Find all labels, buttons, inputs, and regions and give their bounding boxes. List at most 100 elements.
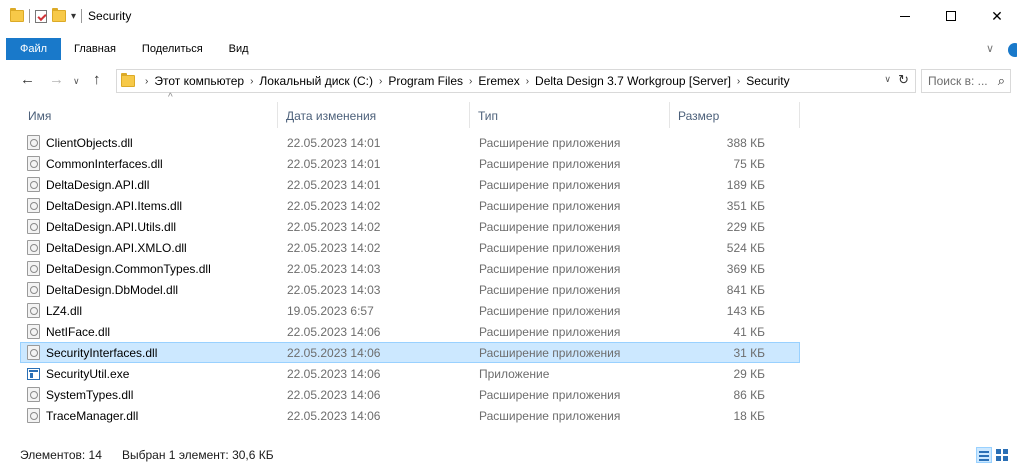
file-row[interactable]: DeltaDesign.CommonTypes.dll 22.05.2023 14… [20,258,800,279]
file-name[interactable]: DeltaDesign.CommonTypes.dll [46,259,211,279]
tab-file[interactable]: Файл [6,38,62,60]
file-row[interactable]: CommonInterfaces.dll 22.05.2023 14:01 Расш… [20,153,800,174]
address-bar[interactable]: › Этот компьютер › Локальный диск (C:) ›… [116,69,916,93]
file-name-cell[interactable]: NetIFace.dll [27,322,110,341]
breadcrumb-security[interactable]: Security [746,74,789,88]
file-row[interactable]: DeltaDesign.API.Items.dll 22.05.2023 14:0… [20,195,800,216]
file-size: 86 КБ [733,388,765,402]
dll-file-icon [27,135,40,150]
file-row[interactable]: DeltaDesign.DbModel.dll 22.05.2023 14:03 Р… [20,279,800,300]
expand-ribbon-chevron-icon[interactable]: ∨ [986,42,994,55]
file-name-cell[interactable]: DeltaDesign.API.Items.dll [27,196,182,215]
file-row[interactable]: DeltaDesign.API.Utils.dll 22.05.2023 14:0… [20,216,800,237]
separator [81,9,83,23]
breadcrumb-chevron-icon[interactable]: › [526,76,529,87]
breadcrumb-chevron-icon[interactable]: › [250,76,253,87]
file-name-cell[interactable]: ClientObjects.dll [27,133,133,152]
file-name-cell[interactable]: SecurityUtil.exe [27,364,129,383]
file-name-cell[interactable]: DeltaDesign.API.dll [27,175,149,194]
customize-toolbar-chevron-icon[interactable]: ▾ [71,11,76,22]
dll-file-icon [27,282,40,297]
help-icon[interactable] [1008,43,1017,57]
file-name[interactable]: DeltaDesign.API.XMLO.dll [46,238,187,258]
file-name-cell[interactable]: SecurityInterfaces.dll [27,343,157,362]
minimize-icon [900,15,910,17]
file-size: 29 КБ [733,367,765,381]
file-name[interactable]: CommonInterfaces.dll [46,154,163,174]
file-name[interactable]: DeltaDesign.DbModel.dll [46,280,178,300]
address-dropdown-chevron-icon[interactable]: ∨ [884,74,891,85]
file-size: 841 КБ [726,283,765,297]
breadcrumb-delta-design[interactable]: Delta Design 3.7 Workgroup [Server] [535,74,731,88]
breadcrumb-chevron-icon[interactable]: › [379,76,382,87]
file-name-cell[interactable]: LZ4.dll [27,301,82,320]
file-name[interactable]: SystemTypes.dll [46,385,133,405]
file-name[interactable]: DeltaDesign.API.Items.dll [46,196,182,216]
recent-locations-chevron-icon[interactable]: ∨ [73,76,80,87]
file-row[interactable]: TraceManager.dll 22.05.2023 14:06 Расширен… [20,405,800,426]
file-type: Расширение приложения [479,346,621,360]
refresh-icon[interactable]: ↻ [898,72,909,88]
file-row[interactable]: ClientObjects.dll 22.05.2023 14:01 Расшире… [20,132,800,153]
tab-share[interactable]: Поделиться [129,38,216,60]
file-name-cell[interactable]: DeltaDesign.CommonTypes.dll [27,259,211,278]
large-icons-view-icon[interactable] [996,449,1008,461]
breadcrumb-chevron-icon[interactable]: › [145,76,148,87]
close-button[interactable]: ✕ [974,0,1017,32]
back-arrow-icon[interactable]: ← [20,71,35,88]
file-date: 22.05.2023 14:03 [287,283,381,297]
file-row[interactable]: DeltaDesign.API.XMLO.dll 22.05.2023 14:02… [20,237,800,258]
column-header-type[interactable]: Тип [470,102,670,128]
file-row[interactable]: SecurityInterfaces.dll 22.05.2023 14:06 Ра… [20,342,800,363]
up-arrow-icon[interactable]: ↑ [93,71,101,88]
column-header-size[interactable]: Размер [670,102,800,128]
column-headers: ^ Имя Дата изменения Тип Размер [20,92,800,128]
column-header-date[interactable]: Дата изменения [278,102,470,128]
details-view-icon[interactable] [976,447,992,463]
breadcrumb-this-pc[interactable]: Этот компьютер [154,74,244,88]
file-date: 22.05.2023 14:06 [287,346,381,360]
column-header-name[interactable]: Имя [20,102,278,128]
search-icon[interactable]: ⌕ [998,73,1005,89]
file-row[interactable]: LZ4.dll 19.05.2023 6:57 Расширение приложе… [20,300,800,321]
file-name-cell[interactable]: DeltaDesign.API.Utils.dll [27,217,176,236]
maximize-button[interactable] [928,0,974,32]
breadcrumb-eremex[interactable]: Eremex [478,74,519,88]
file-name[interactable]: SecurityInterfaces.dll [46,343,157,363]
breadcrumb-chevron-icon[interactable]: › [737,76,740,87]
file-name[interactable]: LZ4.dll [46,301,82,321]
file-name[interactable]: DeltaDesign.API.dll [46,175,149,195]
tab-view[interactable]: Вид [216,38,262,60]
forward-arrow-icon[interactable]: → [49,71,64,88]
search-input[interactable]: Поиск в: ... ⌕ [921,69,1011,93]
breadcrumb-chevron-icon[interactable]: › [469,76,472,87]
file-row[interactable]: NetIFace.dll 22.05.2023 14:06 Расширение п… [20,321,800,342]
file-name[interactable]: SecurityUtil.exe [46,364,129,384]
file-row[interactable]: SystemTypes.dll 22.05.2023 14:06 Расширени… [20,384,800,405]
dll-file-icon [27,219,40,234]
file-name[interactable]: DeltaDesign.API.Utils.dll [46,217,176,237]
breadcrumb-local-disk[interactable]: Локальный диск (C:) [259,74,373,88]
file-type: Расширение приложения [479,304,621,318]
file-name-cell[interactable]: TraceManager.dll [27,406,138,425]
file-date: 22.05.2023 14:03 [287,262,381,276]
file-name[interactable]: NetIFace.dll [46,322,110,342]
file-name-cell[interactable]: DeltaDesign.DbModel.dll [27,280,178,299]
file-name[interactable]: TraceManager.dll [46,406,138,426]
file-name[interactable]: ClientObjects.dll [46,133,133,153]
file-name-cell[interactable]: SystemTypes.dll [27,385,133,404]
file-row[interactable]: SecurityUtil.exe 22.05.2023 14:06 Приложен… [20,363,800,384]
file-type: Расширение приложения [479,178,621,192]
file-type: Приложение [479,367,550,381]
file-type: Расширение приложения [479,388,621,402]
tab-home[interactable]: Главная [61,38,129,60]
breadcrumb-program-files[interactable]: Program Files [388,74,463,88]
dll-file-icon [27,303,40,318]
file-row[interactable]: DeltaDesign.API.dll 22.05.2023 14:01 Расши… [20,174,800,195]
file-name-cell[interactable]: CommonInterfaces.dll [27,154,163,173]
properties-icon[interactable] [35,9,47,23]
folder-icon [121,73,135,87]
minimize-button[interactable] [882,0,928,32]
new-folder-icon[interactable] [52,8,66,22]
file-name-cell[interactable]: DeltaDesign.API.XMLO.dll [27,238,187,257]
